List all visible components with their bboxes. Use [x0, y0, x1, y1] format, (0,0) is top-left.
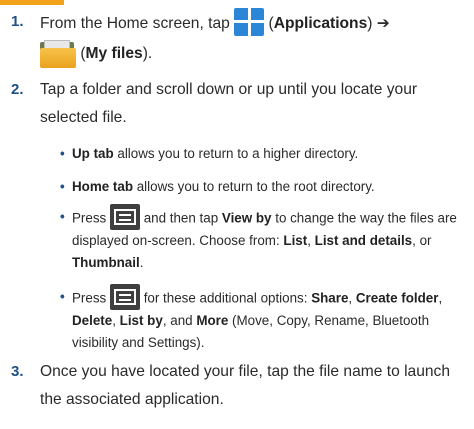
my-files-folder-icon [40, 40, 76, 68]
section-header-strip [0, 0, 64, 5]
view-by-label: View by [221, 210, 272, 226]
applications-icon [234, 8, 265, 36]
menu-key-icon [109, 204, 140, 230]
step-1-text: From the Home screen, tap (Applications)… [40, 8, 470, 70]
step-number: 3. [11, 363, 24, 380]
step-3-text: Once you have located your file, tap the… [40, 363, 451, 408]
home-tab-label: Home tab [72, 179, 134, 194]
step-1-line1-text: From the Home screen, tap [40, 15, 230, 33]
menu-key-icon [109, 284, 140, 310]
step-number: 2. [11, 81, 24, 98]
step-2-text: Tap a folder and scroll down or up until… [40, 81, 418, 126]
applications-label: Applications [273, 15, 368, 33]
step-number: 1. [11, 13, 24, 30]
up-tab-label: Up tab [72, 146, 114, 161]
my-files-label: My files [85, 45, 143, 63]
